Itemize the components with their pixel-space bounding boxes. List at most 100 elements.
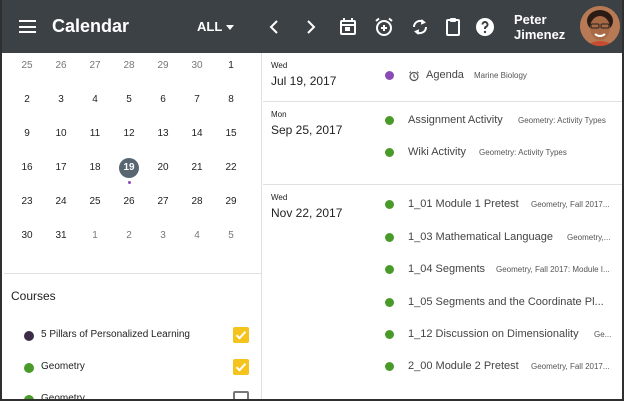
calendar-day[interactable]: 7 xyxy=(180,90,214,110)
calendar-day[interactable]: 26 xyxy=(112,192,146,212)
calendar-today-icon[interactable] xyxy=(336,15,360,39)
agenda-list: Wed Jul 19, 2017 Agenda Marine Biology Mon Se… xyxy=(263,53,622,399)
calendar-day[interactable]: 28 xyxy=(112,56,146,76)
calendar-day[interactable]: 9 xyxy=(10,124,44,144)
agenda-event[interactable]: 1_05 Segments and the Coordinate Pl... xyxy=(263,294,622,312)
course-checkbox[interactable] xyxy=(233,327,249,343)
agenda-event[interactable]: Wiki Activity Geometry: Activity Types xyxy=(263,144,622,162)
calendar-day[interactable]: 17 xyxy=(44,158,78,178)
sync-icon[interactable] xyxy=(408,15,432,39)
calendar-day[interactable]: 16 xyxy=(10,158,44,178)
event-title: 1_03 Mathematical Language xyxy=(408,231,553,243)
app-frame: Calendar ALL Peter Jimenez 25 26 27 28 2… xyxy=(0,0,624,401)
course-checkbox[interactable] xyxy=(233,359,249,375)
event-color-dot xyxy=(385,298,394,307)
calendar-day[interactable]: 13 xyxy=(146,124,180,144)
calendar-day[interactable]: 29 xyxy=(214,192,248,212)
calendar-day[interactable]: 26 xyxy=(44,56,78,76)
agenda-event[interactable]: 1_04 Segments Geometry, Fall 2017: Module… xyxy=(263,261,622,279)
agenda-event[interactable]: 2_00 Module 2 Pretest Geometry, Fall 2017… xyxy=(263,358,622,376)
calendar-day[interactable]: 1 xyxy=(78,226,112,246)
calendar-day[interactable]: 4 xyxy=(78,90,112,110)
event-course-label: Geometry, Fall 2017... xyxy=(531,362,610,371)
menu-icon[interactable] xyxy=(19,20,36,33)
calendar-day[interactable]: 27 xyxy=(146,192,180,212)
alarm-add-icon[interactable] xyxy=(372,15,396,39)
selected-day-circle: 19 xyxy=(119,158,139,178)
calendar-day[interactable]: 19 xyxy=(112,158,146,184)
user-first-name: Peter xyxy=(514,12,547,27)
event-color-dot xyxy=(385,265,394,274)
event-title: 1_12 Discussion on Dimensionality xyxy=(408,328,579,340)
calendar-day[interactable]: 15 xyxy=(214,124,248,144)
help-icon[interactable] xyxy=(473,15,497,39)
calendar-day[interactable]: 3 xyxy=(146,226,180,246)
alarm-icon xyxy=(408,69,420,82)
calendar-day[interactable]: 5 xyxy=(112,90,146,110)
calendar-day[interactable]: 11 xyxy=(78,124,112,144)
event-title: 1_05 Segments and the Coordinate Pl... xyxy=(408,296,604,308)
calendar-day[interactable]: 22 xyxy=(214,158,248,178)
agenda-event[interactable]: 1_01 Module 1 Pretest Geometry, Fall 2017… xyxy=(263,196,622,214)
user-name[interactable]: Peter Jimenez xyxy=(514,12,565,42)
agenda-event[interactable]: Assignment Activity Geometry: Activity Ty… xyxy=(263,112,622,130)
calendar-day[interactable]: 2 xyxy=(112,226,146,246)
calendar-day[interactable]: 12 xyxy=(112,124,146,144)
event-course-label: Geometry: Activity Types xyxy=(479,148,567,157)
course-color-dot xyxy=(24,395,34,399)
chevron-right-icon[interactable] xyxy=(299,15,323,39)
course-name: Geometry xyxy=(41,393,85,401)
calendar-filter-dropdown[interactable]: ALL xyxy=(197,19,222,34)
calendar-day[interactable]: 20 xyxy=(146,158,180,178)
event-indicator-dot xyxy=(127,181,131,184)
calendar-day[interactable]: 18 xyxy=(78,158,112,178)
calendar-day[interactable]: 29 xyxy=(146,56,180,76)
event-course-label: Geometry,... xyxy=(567,233,611,242)
agenda-event[interactable]: 1_12 Discussion on Dimensionality Ge... xyxy=(263,326,622,344)
event-title: Wiki Activity xyxy=(408,146,467,158)
calendar-day[interactable]: 21 xyxy=(180,158,214,178)
event-color-dot xyxy=(385,362,394,371)
calendar-day[interactable]: 31 xyxy=(44,226,78,246)
divider xyxy=(4,273,261,274)
calendar-day[interactable]: 5 xyxy=(214,226,248,246)
top-app-bar: Calendar ALL Peter Jimenez xyxy=(2,0,622,53)
calendar-day[interactable]: 6 xyxy=(146,90,180,110)
calendar-day[interactable]: 4 xyxy=(180,226,214,246)
event-course-label: Geometry, Fall 2017: Module I... xyxy=(496,265,610,274)
calendar-day[interactable]: 3 xyxy=(44,90,78,110)
event-title: 1_04 Segments xyxy=(408,263,486,275)
calendar-day[interactable]: 30 xyxy=(180,56,214,76)
event-color-dot xyxy=(385,116,394,125)
calendar-day[interactable]: 25 xyxy=(78,192,112,212)
dropdown-caret-icon[interactable] xyxy=(226,25,234,30)
clipboard-icon[interactable] xyxy=(441,15,465,39)
event-title: Assignment Activity xyxy=(408,114,503,126)
calendar-day[interactable]: 8 xyxy=(214,90,248,110)
calendar-day[interactable]: 30 xyxy=(10,226,44,246)
calendar-day[interactable]: 14 xyxy=(180,124,214,144)
course-checkbox[interactable] xyxy=(233,391,249,399)
user-last-name: Jimenez xyxy=(514,27,566,42)
course-item[interactable]: Geometry xyxy=(4,390,261,401)
checkmark-icon xyxy=(235,331,247,340)
course-color-dot xyxy=(24,331,34,341)
sidebar: 25 26 27 28 29 30 1 2 3 4 5 6 7 8 9 10 11 12 13 14 15 16 17 18 1… xyxy=(4,53,262,401)
course-item[interactable]: 5 Pillars of Personalized Learning xyxy=(4,326,261,346)
calendar-day[interactable]: 10 xyxy=(44,124,78,144)
calendar-day[interactable]: 24 xyxy=(44,192,78,212)
calendar-day[interactable]: 1 xyxy=(214,56,248,76)
calendar-day[interactable]: 23 xyxy=(10,192,44,212)
event-course-label: Marine Biology xyxy=(474,71,527,80)
agenda-event[interactable]: Agenda Marine Biology xyxy=(263,67,622,85)
event-color-dot xyxy=(385,200,394,209)
event-course-label: Geometry: Activity Types xyxy=(518,116,606,125)
chevron-left-icon[interactable] xyxy=(262,15,286,39)
avatar[interactable] xyxy=(580,6,620,46)
agenda-event[interactable]: 1_03 Mathematical Language Geometry,... xyxy=(263,229,622,247)
calendar-day[interactable]: 28 xyxy=(180,192,214,212)
calendar-day[interactable]: 27 xyxy=(78,56,112,76)
calendar-day[interactable]: 25 xyxy=(10,56,44,76)
course-item[interactable]: Geometry xyxy=(4,358,261,378)
calendar-day[interactable]: 2 xyxy=(10,90,44,110)
